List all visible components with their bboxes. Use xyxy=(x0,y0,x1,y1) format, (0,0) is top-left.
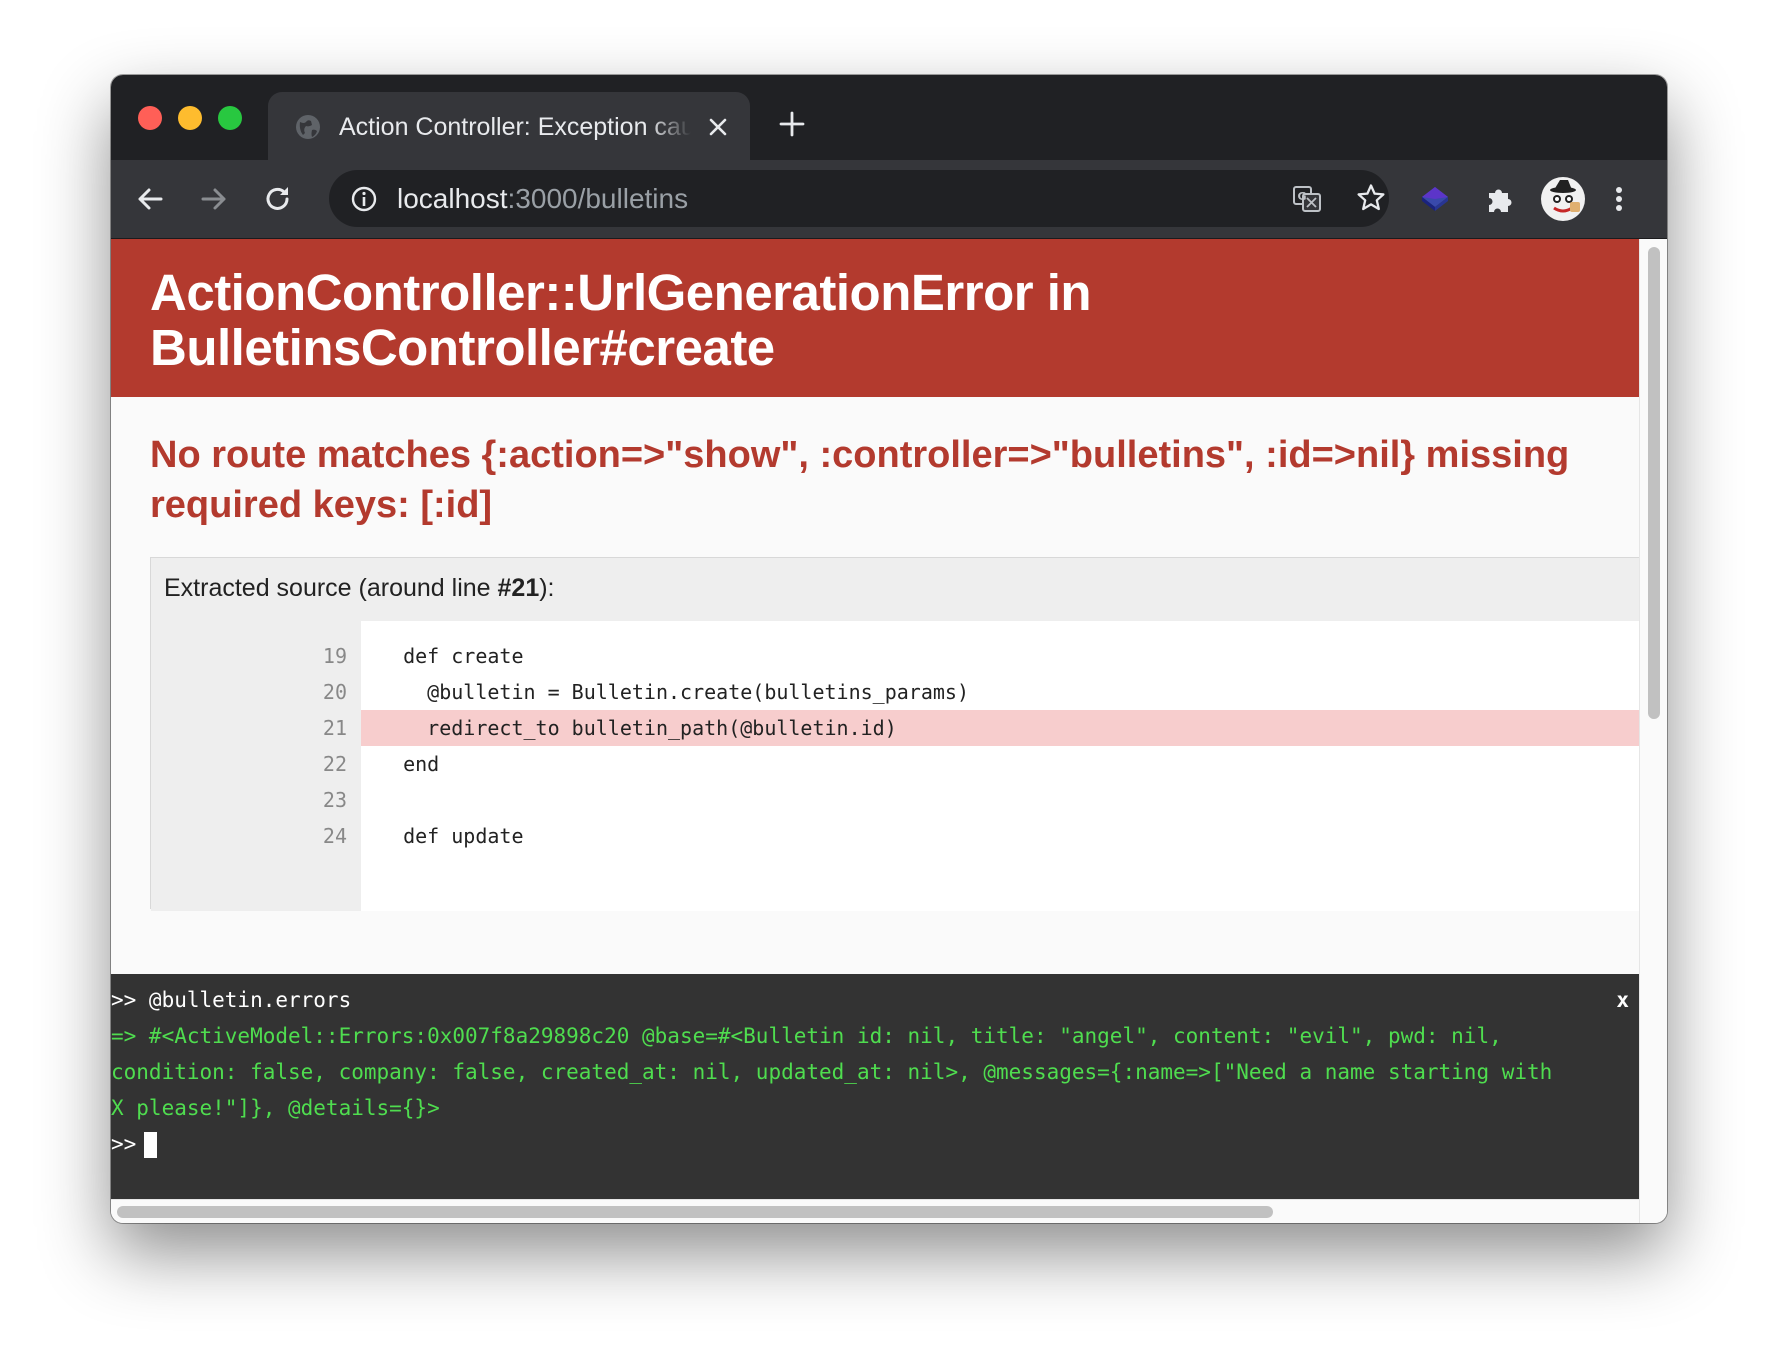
line-number: 23 xyxy=(322,788,347,812)
error-header: ActionController::UrlGenerationError in … xyxy=(111,239,1639,397)
globe-icon xyxy=(296,115,320,139)
source-title-prefix: Extracted source (around line xyxy=(164,574,498,602)
zoom-window-button[interactable] xyxy=(218,106,242,130)
browser-toolbar: localhost:3000/bulletins G xyxy=(111,160,1667,239)
close-icon[interactable] xyxy=(704,113,732,141)
close-window-button[interactable] xyxy=(138,106,162,130)
console-prompt-line[interactable]: >> xyxy=(111,1126,158,1162)
line-number: 19 xyxy=(322,644,347,668)
line-number: 24 xyxy=(322,824,347,848)
code-text: def update xyxy=(379,824,524,848)
address-bar[interactable]: localhost:3000/bulletins G xyxy=(329,170,1389,227)
plus-icon[interactable] xyxy=(776,108,808,140)
tab-title: Action Controller: Exception caught xyxy=(339,113,691,141)
browser-window: Action Controller: Exception caught loca… xyxy=(111,75,1667,1223)
line-number-gutter: 19 20 21 22 23 24 xyxy=(151,621,361,911)
vertical-scrollbar[interactable] xyxy=(1639,239,1667,1223)
minimize-window-button[interactable] xyxy=(178,106,202,130)
translate-icon[interactable]: G xyxy=(1291,183,1323,215)
code-text: end xyxy=(379,752,440,776)
vertical-scroll-thumb[interactable] xyxy=(1648,247,1660,719)
code-line: end xyxy=(361,746,1639,782)
tab-strip: Action Controller: Exception caught xyxy=(111,75,1667,160)
info-icon[interactable] xyxy=(350,185,378,213)
line-number: 20 xyxy=(322,680,347,704)
highlighted-code-line: redirect_to bulletin_path(@bulletin.id) xyxy=(361,710,1639,746)
source-title-line: #21 xyxy=(497,574,540,602)
source-title: Extracted source (around line #21): xyxy=(164,573,555,603)
extension-layers-icon[interactable] xyxy=(1418,181,1452,215)
svg-text:G: G xyxy=(1298,190,1307,203)
error-message: No route matches {:action=>"show", :cont… xyxy=(150,434,1570,526)
puzzle-icon[interactable] xyxy=(1483,182,1517,216)
code-text: redirect_to bulletin_path(@bulletin.id) xyxy=(379,716,897,740)
code-panel: def create @bulletin = Bulletin.create(b… xyxy=(361,621,1639,911)
url-host: localhost xyxy=(397,183,508,214)
horizontal-scroll-thumb[interactable] xyxy=(117,1206,1273,1218)
console-input-line: >> @bulletin.errors xyxy=(111,988,352,1012)
console-prompt: >> xyxy=(111,1132,137,1156)
text-cursor xyxy=(144,1132,158,1158)
code-line: def update xyxy=(361,818,1639,854)
avatar[interactable] xyxy=(1540,176,1586,222)
line-number: 22 xyxy=(322,752,347,776)
console-output-line: X please!"]}, @details={}> xyxy=(111,1096,440,1120)
star-icon[interactable] xyxy=(1355,182,1387,214)
url-text[interactable]: localhost:3000/bulletins xyxy=(397,182,688,215)
page-content: ActionController::UrlGenerationError in … xyxy=(111,239,1639,1199)
error-title: ActionController::UrlGenerationError in … xyxy=(150,264,1092,376)
back-icon[interactable] xyxy=(133,182,167,216)
web-console[interactable]: x >> @bulletin.errors => #<ActiveModel::… xyxy=(111,974,1639,1199)
more-icon[interactable] xyxy=(1602,182,1636,216)
horizontal-scrollbar[interactable] xyxy=(111,1199,1639,1223)
console-output-line: condition: false, company: false, create… xyxy=(111,1060,1553,1084)
reload-icon[interactable] xyxy=(261,182,295,216)
extracted-source-box: Extracted source (around line #21): 19 2… xyxy=(150,557,1639,911)
url-path: :3000/bulletins xyxy=(507,183,689,214)
source-title-suffix: ): xyxy=(539,574,555,602)
code-line: @bulletin = Bulletin.create(bulletins_pa… xyxy=(361,674,1639,710)
code-line: def create xyxy=(361,638,1639,674)
code-text: @bulletin = Bulletin.create(bulletins_pa… xyxy=(379,680,970,704)
code-text: def create xyxy=(379,644,524,668)
console-output-line: => #<ActiveModel::Errors:0x007f8a29898c2… xyxy=(111,1024,1502,1048)
line-number: 21 xyxy=(322,716,347,740)
console-close-button[interactable]: x xyxy=(1616,982,1629,1018)
active-tab[interactable]: Action Controller: Exception caught xyxy=(268,92,750,160)
forward-icon[interactable] xyxy=(197,182,231,216)
